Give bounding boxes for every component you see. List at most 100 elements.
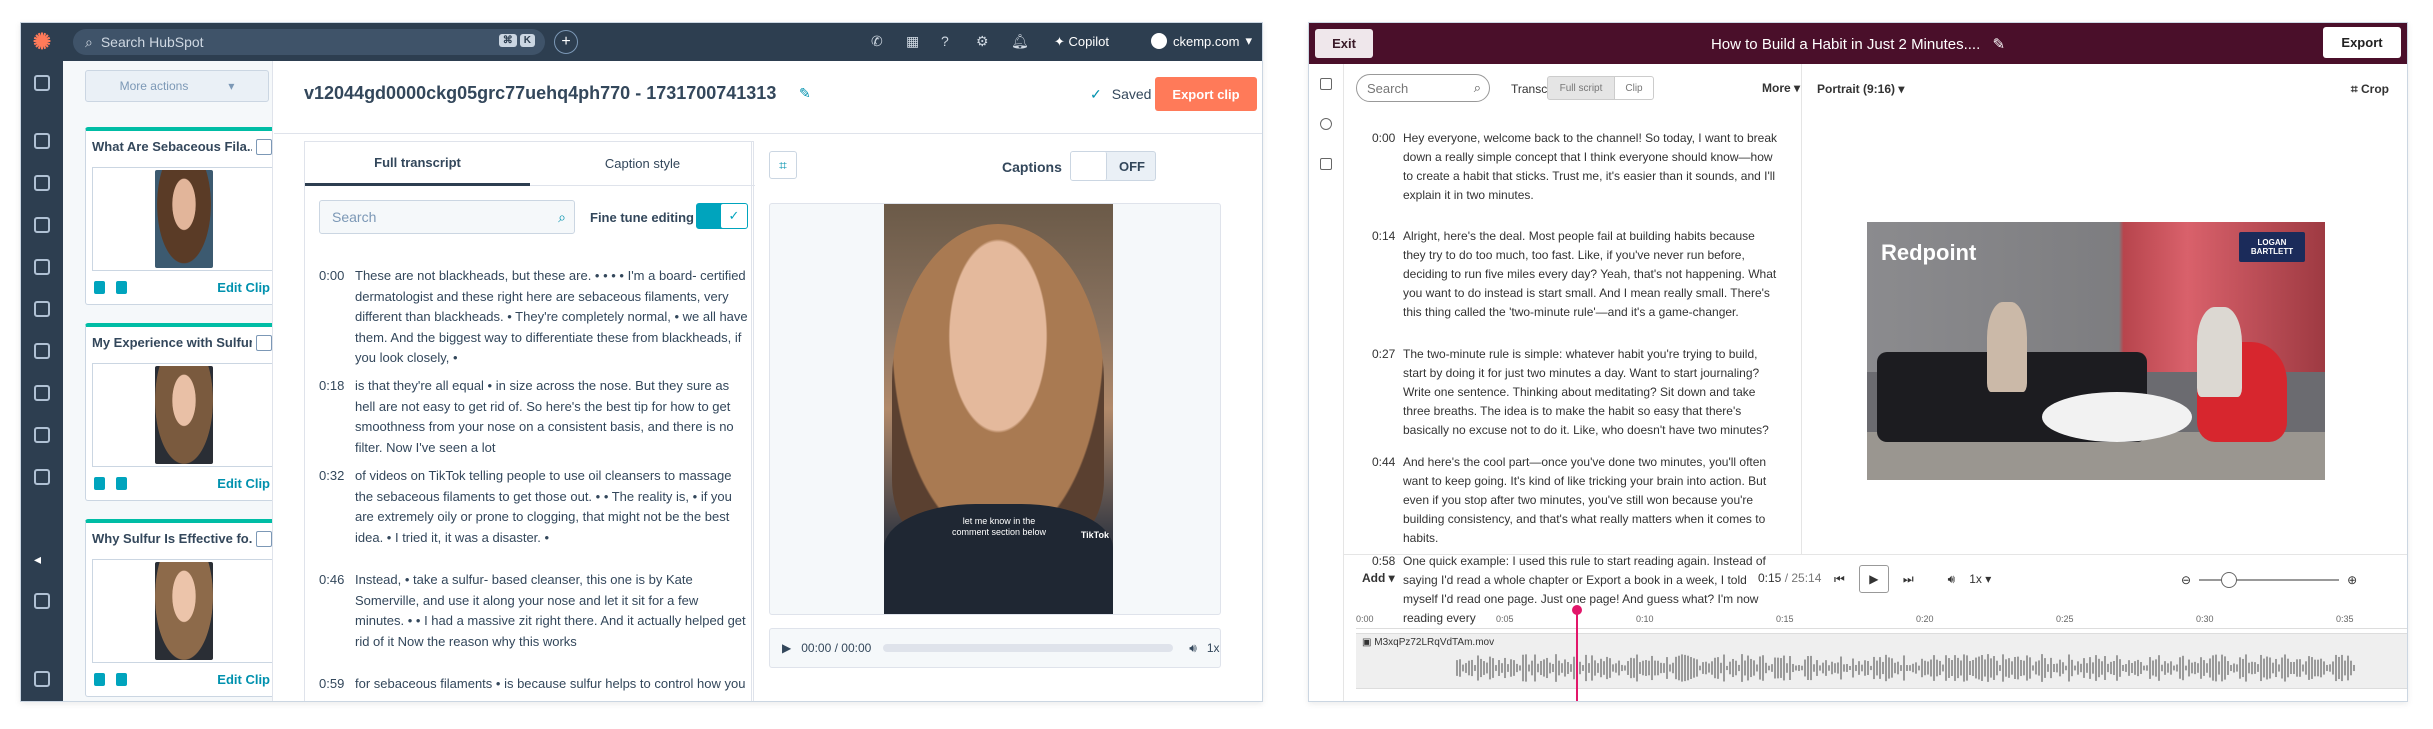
segment-text[interactable]: The two-minute rule is simple: whatever … bbox=[1403, 345, 1778, 440]
duplicate-icon[interactable] bbox=[116, 477, 127, 490]
segment-text[interactable]: And here's the cool part—once you've don… bbox=[1403, 453, 1778, 548]
segment-text[interactable]: These are not blackheads, but these are.… bbox=[355, 266, 749, 369]
video-player[interactable]: let me know in the comment section below… bbox=[884, 204, 1113, 614]
delete-icon[interactable] bbox=[94, 281, 105, 294]
play-icon[interactable]: ▶ bbox=[782, 641, 791, 655]
segment-timestamp[interactable]: 0:14 bbox=[1372, 227, 1395, 246]
segment-timestamp[interactable]: 0:18 bbox=[319, 376, 344, 397]
media-icon[interactable] bbox=[1320, 118, 1332, 130]
captions-toggle[interactable]: OFF bbox=[1070, 151, 1156, 181]
transcript-search-input[interactable]: Search ⌕ bbox=[1356, 74, 1490, 102]
segment-text[interactable]: Instead, • take a sulfur- based cleanser… bbox=[355, 570, 749, 652]
transcript-segment[interactable]: 0:46 Instead, • take a sulfur- based cle… bbox=[319, 570, 749, 652]
edit-pencil-icon[interactable]: ✎ bbox=[1992, 36, 2005, 53]
layers-icon[interactable] bbox=[1320, 78, 1332, 90]
apps-icon[interactable] bbox=[34, 593, 50, 609]
create-new-button[interactable]: + bbox=[554, 30, 578, 54]
transcript-segment[interactable]: 0:27 The two-minute rule is simple: what… bbox=[1372, 345, 1778, 440]
segment-timestamp[interactable]: 0:32 bbox=[319, 466, 344, 487]
seek-bar[interactable] bbox=[883, 644, 1174, 652]
crop-icon[interactable]: ⌗ bbox=[769, 151, 797, 179]
full-script-toggle[interactable]: Full script bbox=[1547, 76, 1615, 100]
add-dropdown[interactable]: Add ▾ bbox=[1362, 571, 1395, 585]
duplicate-icon[interactable] bbox=[116, 281, 127, 294]
timeline-ruler[interactable]: 0:00 0:05 0:10 0:15 0:20 0:25 0:30 0:35 bbox=[1356, 613, 2407, 629]
export-clip-button[interactable]: Export clip bbox=[1155, 77, 1257, 111]
segment-timestamp[interactable]: 0:27 bbox=[1372, 345, 1395, 364]
edit-title-pencil-icon[interactable]: ✎ bbox=[799, 85, 811, 102]
clip-card[interactable]: Why Sulfur Is Effective fo... Edit Clip bbox=[85, 519, 272, 697]
transcript-search-input[interactable]: Search ⌕ bbox=[319, 200, 575, 234]
tab-full-transcript[interactable]: Full transcript bbox=[305, 142, 530, 186]
clip-checkbox[interactable] bbox=[256, 139, 272, 155]
more-actions-dropdown[interactable]: More actions ▾ bbox=[85, 70, 269, 102]
edit-clip-link[interactable]: Edit Clip bbox=[217, 476, 270, 491]
account-menu[interactable]: ckemp.com ▾ bbox=[1151, 33, 1252, 49]
commerce-icon[interactable] bbox=[34, 301, 50, 317]
play-button[interactable]: ▶ bbox=[1858, 565, 1889, 593]
transcript-segment[interactable]: 0:44 And here's the cool part—once you'v… bbox=[1372, 453, 1778, 548]
clip-card[interactable]: My Experience with Sulfur... Edit Clip bbox=[85, 323, 272, 501]
segment-timestamp[interactable]: 0:46 bbox=[319, 570, 344, 591]
clip-checkbox[interactable] bbox=[256, 335, 272, 351]
clip-card[interactable]: What Are Sebaceous Fila... Edit Clip bbox=[85, 127, 272, 305]
segment-text[interactable]: for sebaceous filaments • is because sul… bbox=[355, 674, 749, 695]
transcript-segment[interactable]: 0:32 of videos on TikTok telling people … bbox=[319, 466, 749, 548]
edit-clip-link[interactable]: Edit Clip bbox=[217, 672, 270, 687]
contacts-icon[interactable] bbox=[34, 175, 50, 191]
segment-text[interactable]: Alright, here's the deal. Most people fa… bbox=[1403, 227, 1778, 322]
clip-toggle[interactable]: Clip bbox=[1614, 76, 1654, 100]
speed-selector[interactable]: 1x ▾ bbox=[1969, 572, 1991, 586]
transcript-segment[interactable]: 0:14 Alright, here's the deal. Most peop… bbox=[1372, 227, 1778, 322]
project-title[interactable]: How to Build a Habit in Just 2 Minutes..… bbox=[1309, 35, 2407, 53]
hubspot-logo-icon[interactable]: ✺ bbox=[21, 23, 63, 61]
segment-text[interactable]: is that they're all equal • in size acro… bbox=[355, 376, 749, 458]
library-icon[interactable] bbox=[34, 469, 50, 485]
transcript-segment[interactable]: 0:59 for sebaceous filaments • is becaus… bbox=[319, 674, 749, 695]
settings-gear-icon[interactable]: ⚙ bbox=[976, 33, 989, 50]
zoom-slider-knob[interactable] bbox=[2221, 572, 2238, 588]
zoom-slider[interactable] bbox=[2199, 572, 2340, 588]
crop-button[interactable]: ⌗ Crop bbox=[2351, 82, 2389, 97]
segment-timestamp[interactable]: 0:00 bbox=[1372, 129, 1395, 148]
playhead[interactable] bbox=[1572, 605, 1582, 701]
segment-timestamp[interactable]: 0:59 bbox=[319, 674, 344, 695]
audio-track[interactable]: ▣ M3xqPz72LRqVdTAm.mov bbox=[1356, 633, 2407, 689]
more-dropdown[interactable]: More ▾ bbox=[1762, 81, 1800, 95]
tab-caption-style[interactable]: Caption style bbox=[530, 142, 755, 186]
clip-thumbnail[interactable] bbox=[92, 559, 272, 663]
fine-tune-editing-toggle[interactable]: ✓ bbox=[696, 203, 748, 229]
reporting-icon[interactable] bbox=[34, 385, 50, 401]
collapse-arrow-icon[interactable]: ◂ bbox=[34, 551, 41, 568]
marketplace-icon[interactable]: ▦ bbox=[906, 33, 919, 50]
transcript-segment[interactable]: 0:18 is that they're all equal • in size… bbox=[319, 376, 749, 458]
transcript-segment[interactable]: 0:00 These are not blackheads, but these… bbox=[319, 266, 749, 369]
duplicate-icon[interactable] bbox=[116, 673, 127, 686]
segment-timestamp[interactable]: 0:00 bbox=[319, 266, 344, 287]
video-preview[interactable]: Redpoint LOGAN BARTLETT bbox=[1867, 222, 2325, 480]
automation-icon[interactable] bbox=[34, 343, 50, 359]
expand-sidebar-icon[interactable] bbox=[34, 671, 50, 687]
calling-icon[interactable]: ✆ bbox=[871, 33, 883, 50]
volume-icon[interactable]: 🔊︎ bbox=[1948, 572, 1956, 587]
segment-text[interactable]: of videos on TikTok telling people to us… bbox=[355, 466, 749, 548]
segment-timestamp[interactable]: 0:44 bbox=[1372, 453, 1395, 472]
clip-thumbnail[interactable] bbox=[92, 167, 272, 271]
export-button[interactable]: Export bbox=[2323, 27, 2401, 58]
edit-clip-link[interactable]: Edit Clip bbox=[217, 280, 270, 295]
data-icon[interactable] bbox=[34, 427, 50, 443]
clip-thumbnail[interactable] bbox=[92, 363, 272, 467]
document-icon[interactable] bbox=[1320, 158, 1332, 170]
copilot-button[interactable]: ✦ Copilot bbox=[1054, 34, 1109, 50]
transcript-segment[interactable]: 0:00 Hey everyone, welcome back to the c… bbox=[1372, 129, 1778, 205]
zoom-in-icon[interactable]: ⊕ bbox=[2347, 573, 2357, 587]
aspect-ratio-dropdown[interactable]: Portrait (9:16) ▾ bbox=[1817, 82, 1904, 96]
help-icon[interactable]: ? bbox=[941, 33, 949, 49]
global-search-input[interactable]: ⌕ Search HubSpot ⌘ K bbox=[73, 29, 545, 55]
delete-icon[interactable] bbox=[94, 673, 105, 686]
volume-icon[interactable]: 🔊︎ bbox=[1189, 641, 1197, 656]
skip-back-icon[interactable]: ⏮ bbox=[1834, 572, 1845, 587]
dashboard-icon[interactable] bbox=[34, 133, 50, 149]
zoom-out-icon[interactable]: ⊖ bbox=[2181, 573, 2191, 587]
marketing-icon[interactable] bbox=[34, 217, 50, 233]
